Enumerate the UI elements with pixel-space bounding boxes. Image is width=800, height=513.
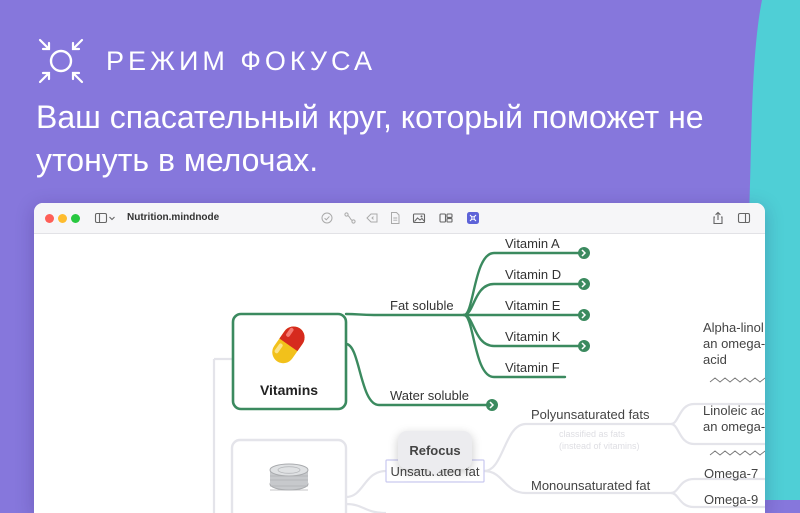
share-icon[interactable] — [711, 211, 725, 225]
faded-note-line-2: (instead of vitamins) — [559, 441, 640, 451]
inspector-icon[interactable] — [737, 211, 751, 225]
check-icon[interactable] — [320, 211, 334, 225]
outline-icon[interactable] — [439, 211, 453, 225]
headline: Ваш спасательный круг, который поможет н… — [36, 99, 704, 178]
note-icon[interactable] — [388, 211, 402, 225]
close-window-button[interactable] — [45, 214, 54, 223]
monounsaturated-label[interactable]: Monounsaturated fat — [531, 478, 651, 493]
title-bar: Nutrition.mindnode — [34, 203, 765, 234]
vitamin-a-label[interactable]: Vitamin A — [505, 236, 560, 251]
tag-icon[interactable] — [365, 211, 379, 225]
mindmap-canvas[interactable]: Unsaturated fat classified as fats (inst… — [34, 234, 765, 513]
app-window: Nutrition.mindnode Unsaturated fat class… — [34, 203, 765, 513]
vitamin-d-label[interactable]: Vitamin D — [505, 267, 561, 282]
coins-image — [269, 463, 309, 491]
linoleic-label-line-1[interactable]: Linoleic ac — [703, 403, 765, 418]
expand-water-soluble-icon[interactable] — [486, 399, 498, 411]
alpha-linolenic-line-2: an omega- — [703, 336, 765, 351]
vitamin-f-label[interactable]: Vitamin F — [505, 360, 560, 375]
image-icon[interactable] — [412, 211, 426, 225]
expand-vitamin-e-icon[interactable] — [578, 309, 590, 321]
sidebar-icon[interactable] — [94, 211, 108, 225]
omega-7-label[interactable]: Omega-7 — [704, 466, 758, 481]
minimize-window-button[interactable] — [58, 214, 67, 223]
document-title: Nutrition.mindnode — [127, 212, 220, 223]
mindmap-graph: Unsaturated fat classified as fats (inst… — [212, 236, 765, 513]
connect-icon[interactable] — [343, 211, 357, 225]
expand-vitamin-a-icon[interactable] — [578, 247, 590, 259]
expand-vitamin-k-icon[interactable] — [578, 340, 590, 352]
alpha-linolenic-line-3: acid — [703, 352, 727, 367]
faded-note-line-1: classified as fats — [559, 429, 626, 439]
vitamins-label: Vitamins — [260, 382, 318, 398]
refocus-label: Refocus — [409, 442, 461, 458]
water-soluble-label[interactable]: Water soluble — [390, 388, 469, 403]
expand-vitamin-d-icon[interactable] — [578, 278, 590, 290]
linoleic-label-line-2: an omega- — [703, 419, 765, 434]
focus-mode-header: РЕЖИМ ФОКУСА — [38, 38, 376, 84]
refocus-button[interactable]: Refocus — [398, 431, 472, 476]
focus-mode-label: РЕЖИМ ФОКУСА — [106, 45, 376, 76]
chevron-down-icon[interactable] — [108, 211, 116, 225]
polyunsaturated-label[interactable]: Polyunsaturated fats — [531, 407, 650, 422]
alpha-linolenic-line-1[interactable]: Alpha-linol — [703, 320, 764, 335]
vitamin-k-label[interactable]: Vitamin K — [505, 329, 561, 344]
focus-mode-icon — [38, 38, 84, 84]
zoom-window-button[interactable] — [71, 214, 80, 223]
focus-icon[interactable] — [466, 211, 480, 225]
fat-soluble-label[interactable]: Fat soluble — [390, 298, 454, 313]
vitamin-e-label[interactable]: Vitamin E — [505, 298, 561, 313]
